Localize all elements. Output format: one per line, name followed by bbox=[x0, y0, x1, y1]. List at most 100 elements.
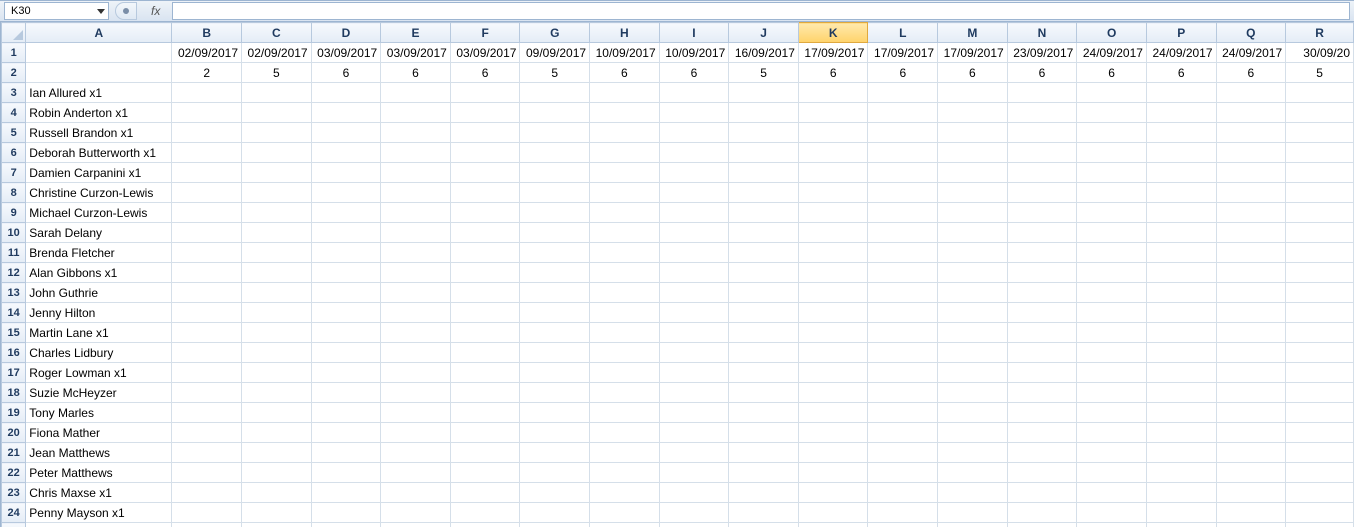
cell-I2[interactable]: 6 bbox=[659, 63, 729, 83]
cell-R23[interactable] bbox=[1286, 483, 1354, 503]
cell-Q5[interactable] bbox=[1216, 123, 1286, 143]
cell-Q23[interactable] bbox=[1216, 483, 1286, 503]
cell-R16[interactable] bbox=[1286, 343, 1354, 363]
cell-K4[interactable] bbox=[798, 103, 868, 123]
col-header-F[interactable]: F bbox=[450, 23, 520, 43]
cell-F18[interactable] bbox=[450, 383, 520, 403]
cell-M4[interactable] bbox=[938, 103, 1008, 123]
cell-R22[interactable] bbox=[1286, 463, 1354, 483]
col-header-N[interactable]: N bbox=[1007, 23, 1077, 43]
cell-B16[interactable] bbox=[172, 343, 242, 363]
cell-O23[interactable] bbox=[1077, 483, 1147, 503]
cell-N22[interactable] bbox=[1007, 463, 1077, 483]
cell-B17[interactable] bbox=[172, 363, 242, 383]
cell-E22[interactable] bbox=[381, 463, 451, 483]
cell-P3[interactable] bbox=[1146, 83, 1216, 103]
cell-H10[interactable] bbox=[590, 223, 660, 243]
cell-F23[interactable] bbox=[450, 483, 520, 503]
cell-J18[interactable] bbox=[729, 383, 799, 403]
cell-C11[interactable] bbox=[242, 243, 312, 263]
cell-C1[interactable]: 02/09/2017 bbox=[242, 43, 312, 63]
cell-E25[interactable] bbox=[381, 523, 451, 527]
cell-M15[interactable] bbox=[938, 323, 1008, 343]
cell-N19[interactable] bbox=[1007, 403, 1077, 423]
cell-E6[interactable] bbox=[381, 143, 451, 163]
cell-P1[interactable]: 24/09/2017 bbox=[1146, 43, 1216, 63]
cell-H6[interactable] bbox=[590, 143, 660, 163]
cell-K9[interactable] bbox=[798, 203, 868, 223]
cell-D16[interactable] bbox=[311, 343, 381, 363]
cell-B3[interactable] bbox=[172, 83, 242, 103]
cell-N16[interactable] bbox=[1007, 343, 1077, 363]
cell-C15[interactable] bbox=[242, 323, 312, 343]
cell-D13[interactable] bbox=[311, 283, 381, 303]
cell-F16[interactable] bbox=[450, 343, 520, 363]
cell-O18[interactable] bbox=[1077, 383, 1147, 403]
cell-M5[interactable] bbox=[938, 123, 1008, 143]
cell-C22[interactable] bbox=[242, 463, 312, 483]
cell-I16[interactable] bbox=[659, 343, 729, 363]
cell-C13[interactable] bbox=[242, 283, 312, 303]
cell-G1[interactable]: 09/09/2017 bbox=[520, 43, 590, 63]
cell-G13[interactable] bbox=[520, 283, 590, 303]
row-header-4[interactable]: 4 bbox=[2, 103, 26, 123]
cell-A1[interactable] bbox=[26, 43, 172, 63]
cell-Q25[interactable] bbox=[1216, 523, 1286, 527]
cell-P20[interactable] bbox=[1146, 423, 1216, 443]
cell-M19[interactable] bbox=[938, 403, 1008, 423]
cell-L4[interactable] bbox=[868, 103, 938, 123]
cell-H23[interactable] bbox=[590, 483, 660, 503]
cell-F5[interactable] bbox=[450, 123, 520, 143]
cell-P14[interactable] bbox=[1146, 303, 1216, 323]
col-header-C[interactable]: C bbox=[242, 23, 312, 43]
cell-K2[interactable]: 6 bbox=[798, 63, 868, 83]
cell-A25[interactable]: Alan Montague Dennis bbox=[26, 523, 172, 527]
cell-P15[interactable] bbox=[1146, 323, 1216, 343]
cell-J15[interactable] bbox=[729, 323, 799, 343]
cell-C17[interactable] bbox=[242, 363, 312, 383]
cell-Q20[interactable] bbox=[1216, 423, 1286, 443]
cell-E9[interactable] bbox=[381, 203, 451, 223]
cell-E5[interactable] bbox=[381, 123, 451, 143]
cell-L9[interactable] bbox=[868, 203, 938, 223]
cell-P25[interactable] bbox=[1146, 523, 1216, 527]
cell-A17[interactable]: Roger Lowman x1 bbox=[26, 363, 172, 383]
cell-A18[interactable]: Suzie McHeyzer bbox=[26, 383, 172, 403]
cell-O7[interactable] bbox=[1077, 163, 1147, 183]
cell-O6[interactable] bbox=[1077, 143, 1147, 163]
cell-P7[interactable] bbox=[1146, 163, 1216, 183]
cell-H16[interactable] bbox=[590, 343, 660, 363]
cell-H22[interactable] bbox=[590, 463, 660, 483]
cell-K18[interactable] bbox=[798, 383, 868, 403]
cell-I12[interactable] bbox=[659, 263, 729, 283]
row-header-15[interactable]: 15 bbox=[2, 323, 26, 343]
cell-O14[interactable] bbox=[1077, 303, 1147, 323]
cell-P22[interactable] bbox=[1146, 463, 1216, 483]
cell-R11[interactable] bbox=[1286, 243, 1354, 263]
cell-Q1[interactable]: 24/09/2017 bbox=[1216, 43, 1286, 63]
cell-L22[interactable] bbox=[868, 463, 938, 483]
cell-M2[interactable]: 6 bbox=[938, 63, 1008, 83]
cell-Q10[interactable] bbox=[1216, 223, 1286, 243]
cell-G12[interactable] bbox=[520, 263, 590, 283]
cell-P10[interactable] bbox=[1146, 223, 1216, 243]
col-header-R[interactable]: R bbox=[1286, 23, 1354, 43]
row-header-17[interactable]: 17 bbox=[2, 363, 26, 383]
cell-R8[interactable] bbox=[1286, 183, 1354, 203]
cell-N21[interactable] bbox=[1007, 443, 1077, 463]
cell-O13[interactable] bbox=[1077, 283, 1147, 303]
cell-C20[interactable] bbox=[242, 423, 312, 443]
cell-D12[interactable] bbox=[311, 263, 381, 283]
cell-J5[interactable] bbox=[729, 123, 799, 143]
cell-Q12[interactable] bbox=[1216, 263, 1286, 283]
cell-P9[interactable] bbox=[1146, 203, 1216, 223]
cell-K25[interactable] bbox=[798, 523, 868, 527]
cell-E12[interactable] bbox=[381, 263, 451, 283]
cell-H20[interactable] bbox=[590, 423, 660, 443]
cell-G3[interactable] bbox=[520, 83, 590, 103]
row-header-6[interactable]: 6 bbox=[2, 143, 26, 163]
cell-C2[interactable]: 5 bbox=[242, 63, 312, 83]
cell-E11[interactable] bbox=[381, 243, 451, 263]
cell-J12[interactable] bbox=[729, 263, 799, 283]
cell-B12[interactable] bbox=[172, 263, 242, 283]
